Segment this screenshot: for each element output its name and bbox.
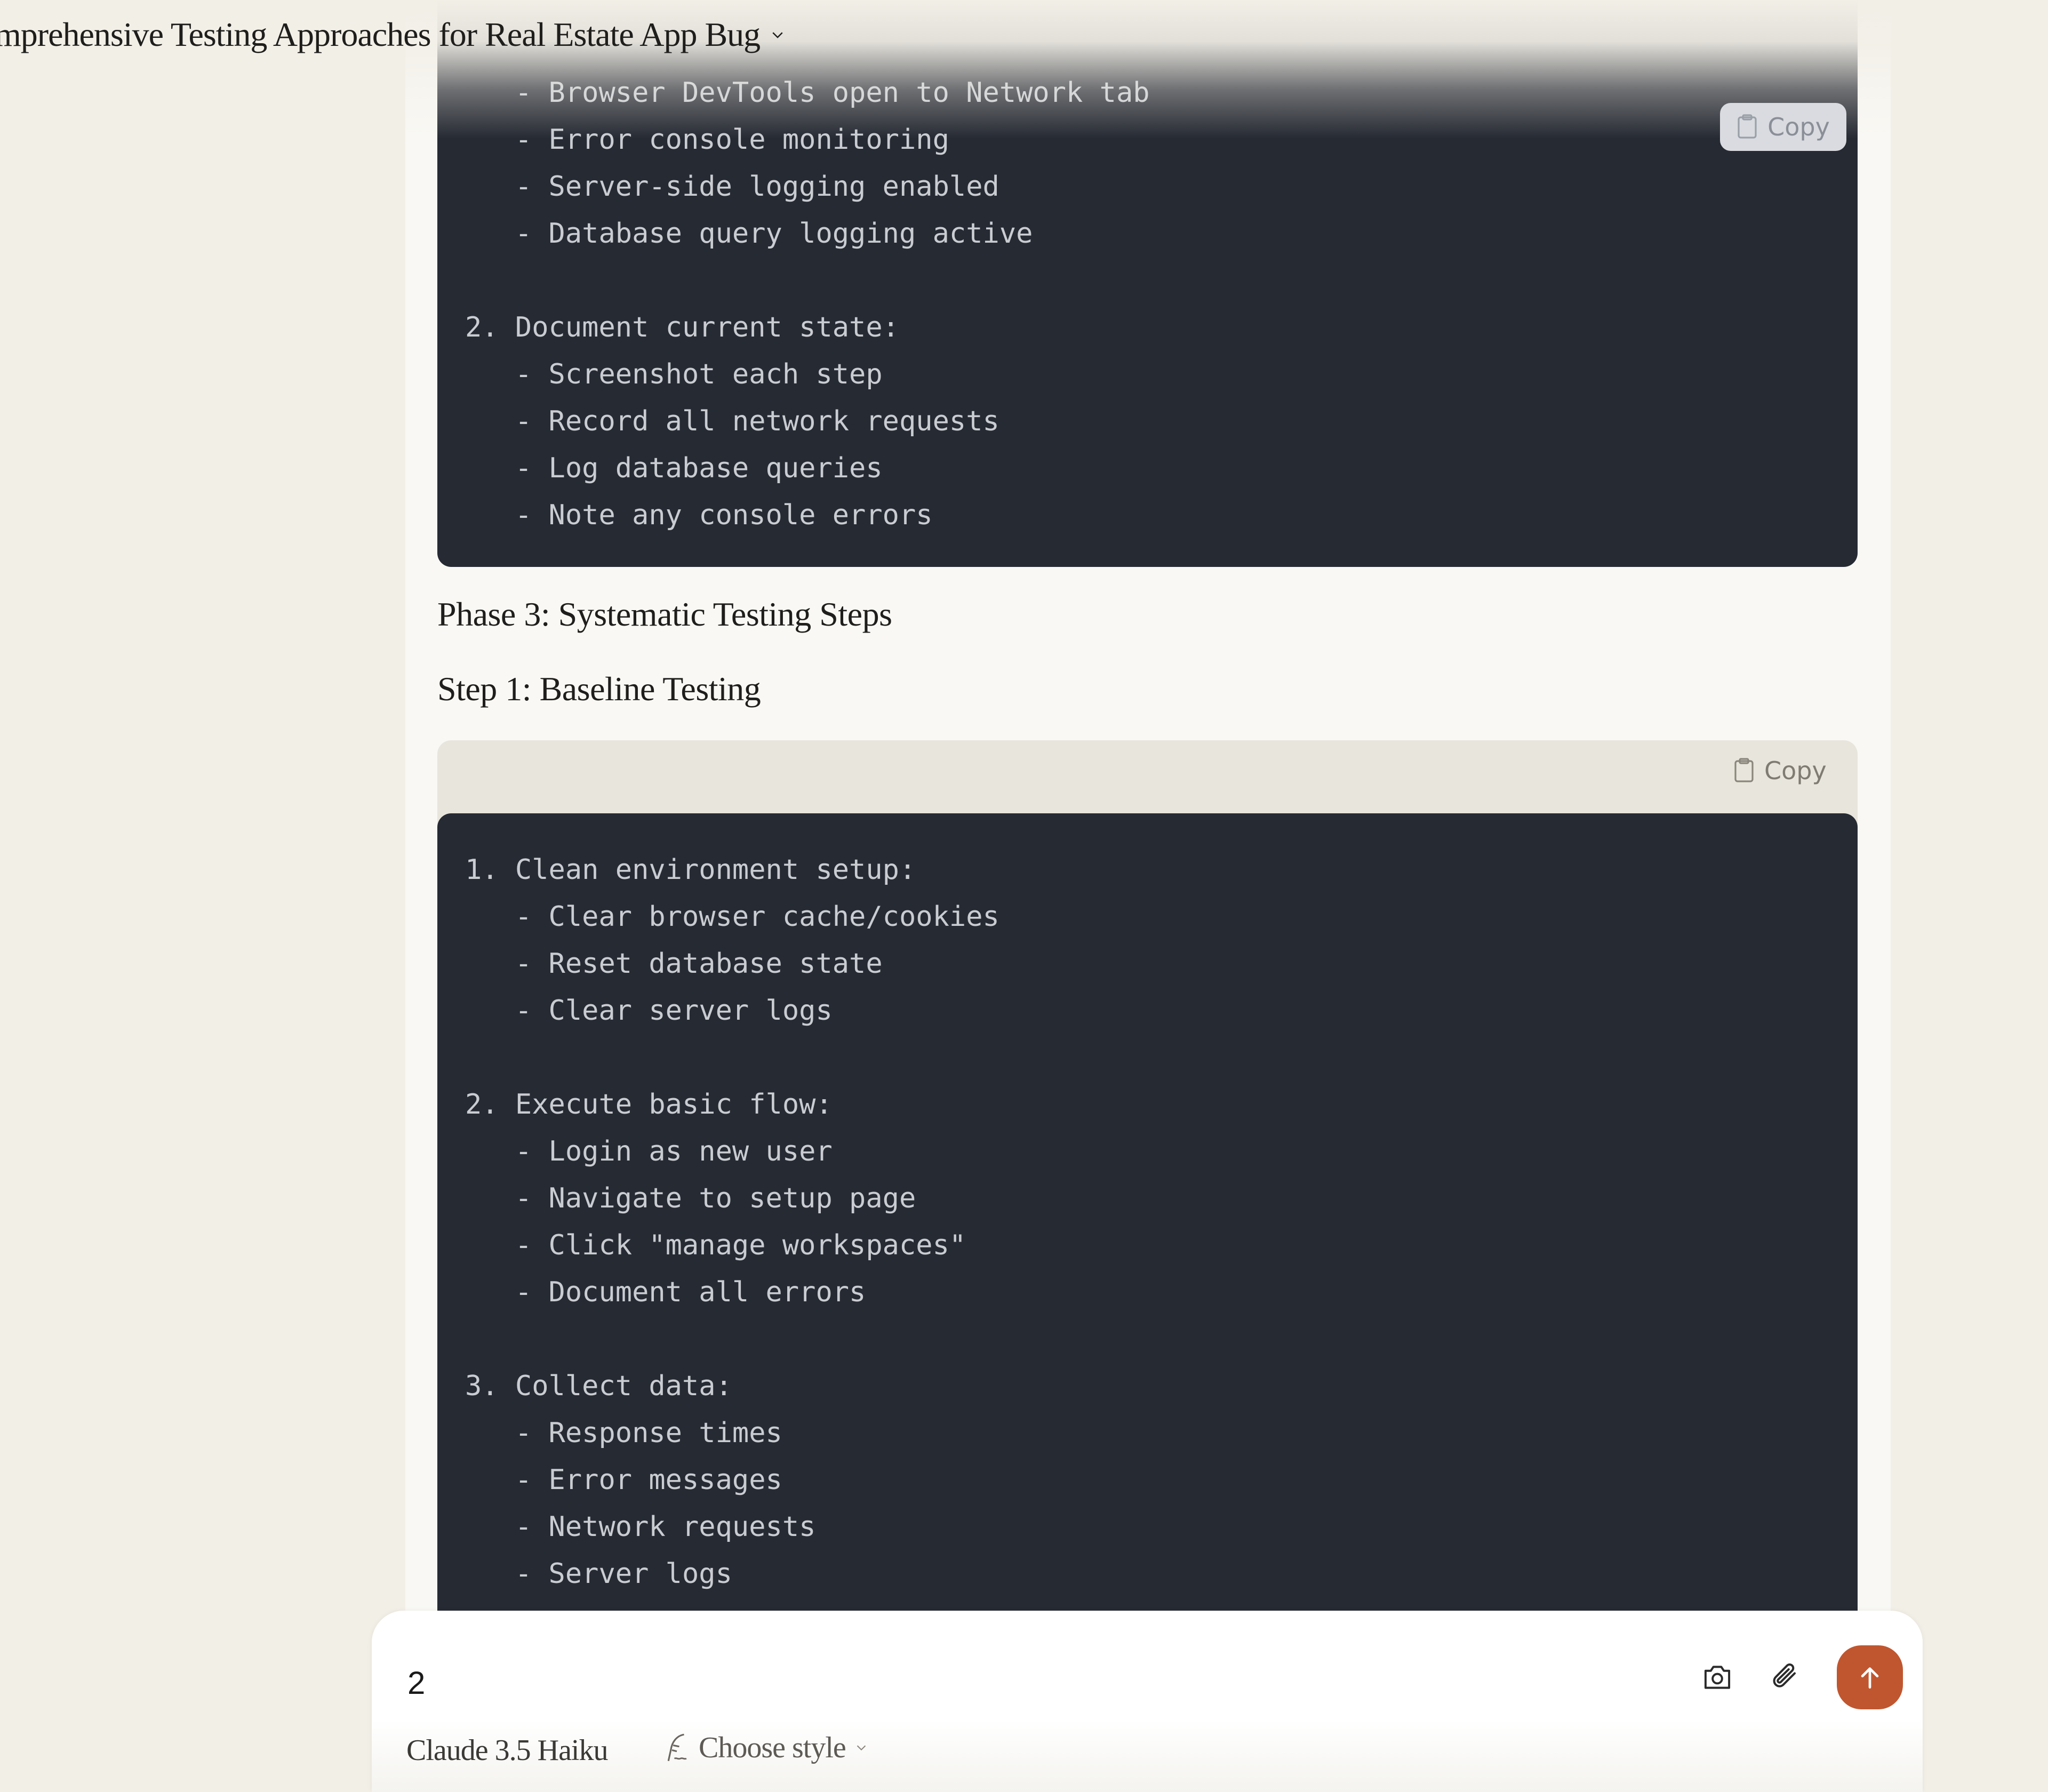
code-line: - Server-side logging enabled [465,171,999,203]
code-line: - Clear server logs [465,995,833,1027]
message-input[interactable] [406,1664,1635,1702]
code-line: - Click "manage workspaces" [465,1229,966,1261]
quill-icon [667,1733,687,1762]
code-line: - Log database queries [465,452,883,484]
copy-label: Copy [1767,113,1830,141]
clipboard-icon [1738,114,1757,139]
copy-button[interactable]: Copy [1720,103,1846,151]
conversation-title-text: mprehensive Testing Approaches for Real … [0,15,761,53]
conversation-title[interactable]: mprehensive Testing Approaches for Real … [0,15,786,54]
code-block-baseline: 1. Clean environment setup: - Clear brow… [437,813,1858,1611]
code-line: - Screenshot each step [465,358,883,390]
code-line: - Document all errors [465,1276,866,1308]
chevron-down-icon [857,1745,866,1751]
clipboard-icon [1734,758,1754,782]
arrow-up-icon [1861,1667,1879,1689]
style-label: Choose style [699,1731,846,1764]
chevron-down-icon [772,32,783,38]
paperclip-icon [1773,1663,1796,1687]
code-line: - Server logs [465,1558,732,1590]
screenshot-button[interactable] [1696,1656,1739,1699]
code-block-content: - Browser DevTools open to Network tab -… [465,69,1858,539]
code-line: - Error messages [465,1464,782,1496]
code-line: - Browser DevTools open to Network tab [465,77,1150,109]
code-block-monitoring: - Browser DevTools open to Network tab -… [437,0,1858,567]
code-line: - Note any console errors [465,499,933,531]
code-line: 1. Clean environment setup: [465,854,916,886]
model-selector[interactable]: Claude 3.5 Haiku [406,1733,608,1767]
code-line: 3. Collect data: [465,1370,732,1402]
code-line: - Clear browser cache/cookies [465,901,999,933]
copy-button[interactable]: Copy [1733,756,1827,785]
send-button[interactable] [1837,1645,1903,1709]
code-line: 2. Document current state: [465,311,899,343]
code-block-content: 1. Clean environment setup: - Clear brow… [465,846,1858,1597]
code-line: - Error console monitoring [465,124,949,156]
code-line: - Login as new user [465,1135,833,1167]
code-line: - Record all network requests [465,405,999,437]
code-line: - Reset database state [465,948,883,980]
code-line: - Database query logging active [465,218,1033,250]
code-line: - Response times [465,1417,782,1449]
copy-label: Copy [1764,756,1827,785]
attach-button[interactable] [1763,1656,1805,1699]
code-line: - Network requests [465,1511,816,1543]
code-line: - Navigate to setup page [465,1182,916,1214]
style-selector[interactable]: Choose style [662,1731,869,1765]
phase-heading: Phase 3: Systematic Testing Steps [437,595,892,633]
message-composer: Claude 3.5 Haiku Choose style [372,1611,1923,1792]
camera-icon [1704,1666,1731,1689]
step-heading: Step 1: Baseline Testing [437,670,761,708]
code-line: 2. Execute basic flow: [465,1089,833,1121]
